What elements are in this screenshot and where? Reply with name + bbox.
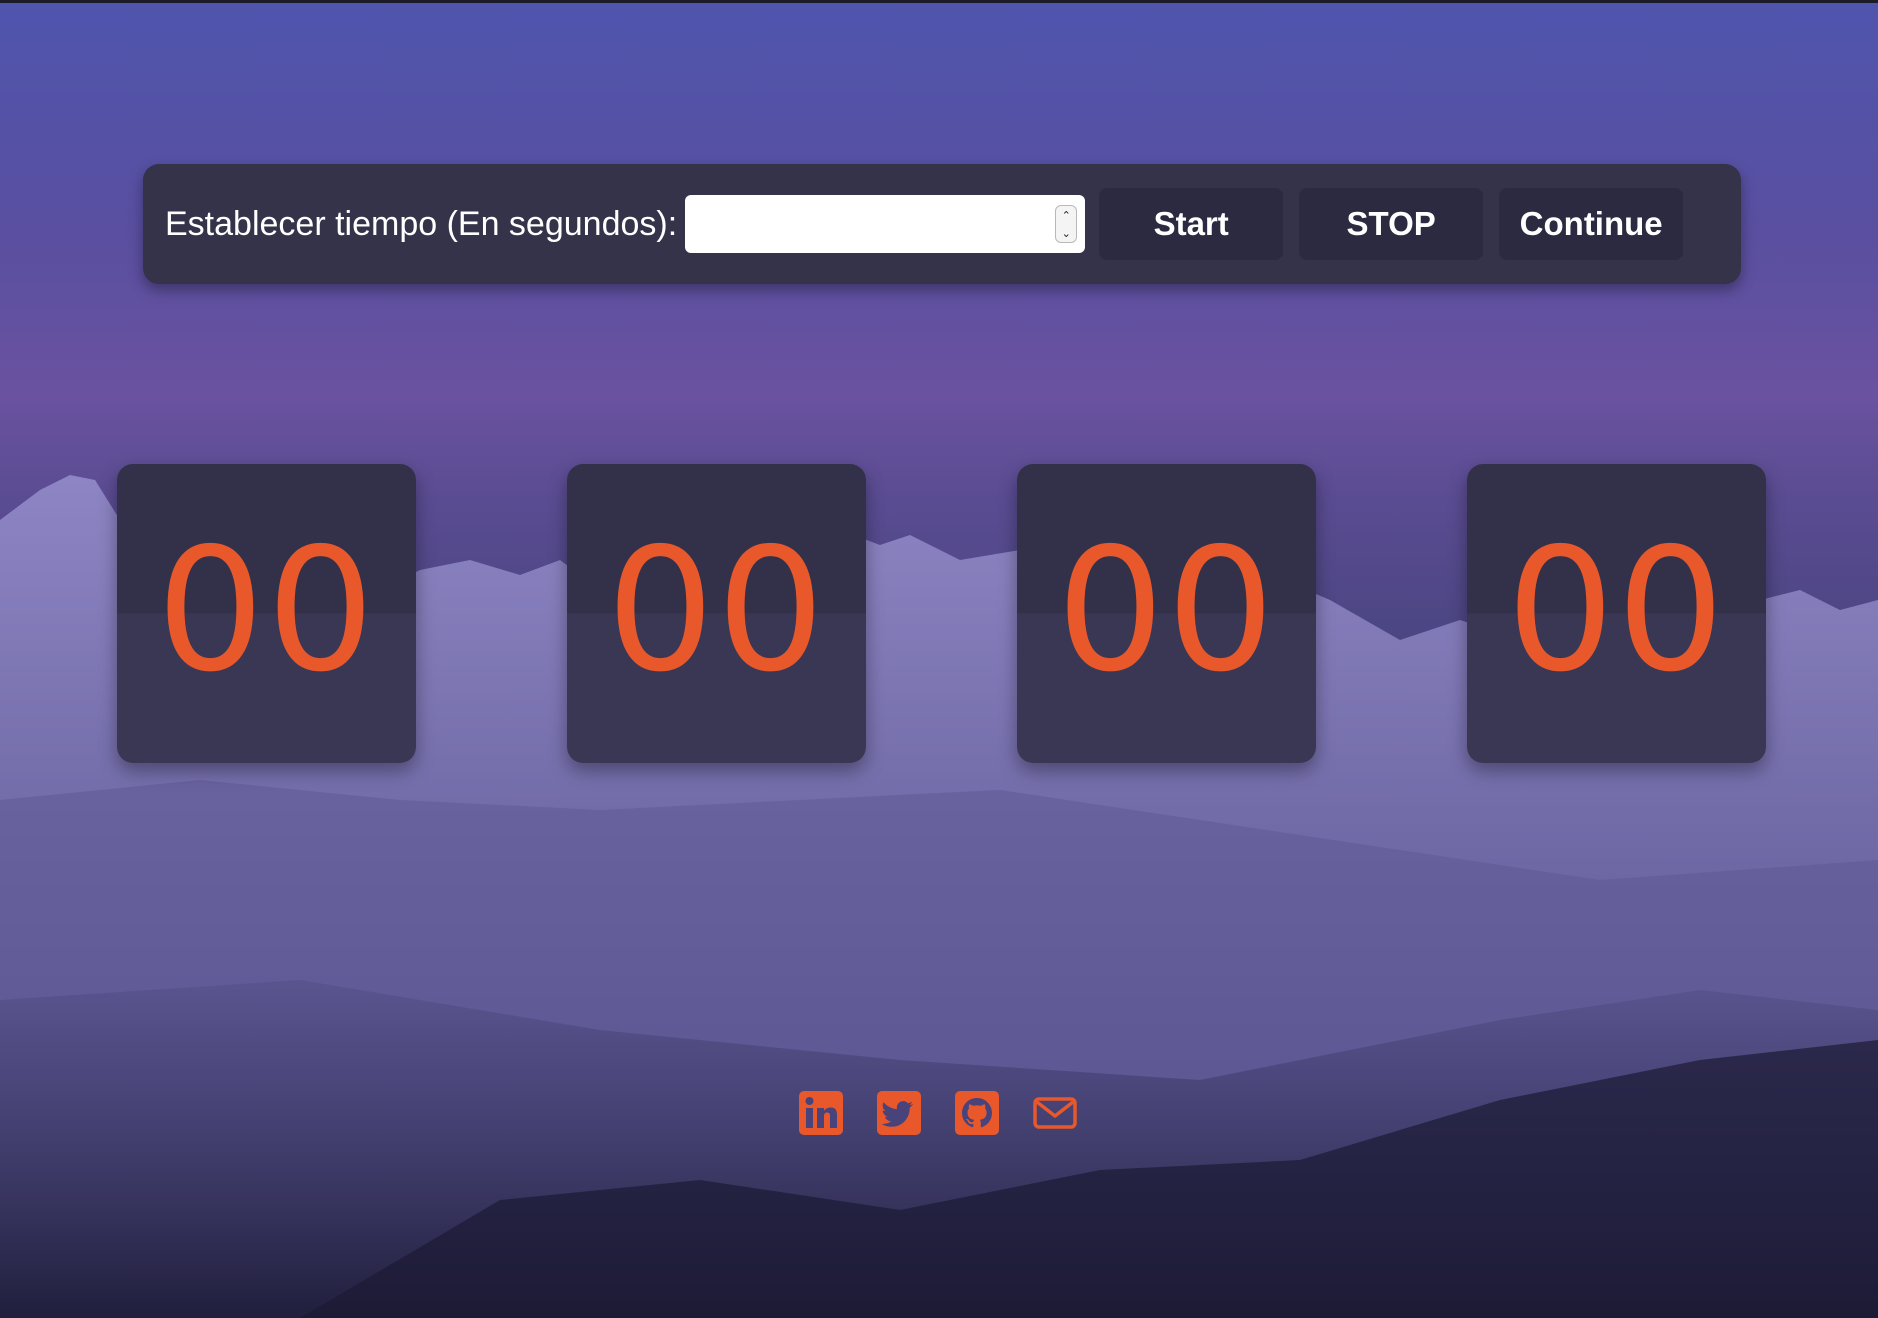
seconds-input[interactable] [685,195,1086,253]
window-top-border [0,0,1878,3]
social-links [798,1090,1078,1136]
stop-button[interactable]: STOP [1299,188,1484,260]
countdown-card-hours: 00 [567,464,866,763]
continue-button[interactable]: Continue [1499,188,1684,260]
countdown-value: 00 [1506,511,1727,710]
countdown-value: 00 [1056,511,1277,710]
time-input-wrapper: ⌃ ⌄ [685,195,1086,253]
countdown-card-seconds: 00 [1467,464,1766,763]
stepper-down-icon[interactable]: ⌄ [1062,228,1071,239]
timer-control-panel: Establecer tiempo (En segundos): ⌃ ⌄ Sta… [143,164,1741,284]
time-input-label: Establecer tiempo (En segundos): [165,204,678,243]
countdown-card-minutes: 00 [1017,464,1316,763]
stepper-up-icon[interactable]: ⌃ [1062,210,1071,221]
twitter-icon[interactable] [876,1090,922,1136]
countdown-value: 00 [156,511,377,710]
github-icon[interactable] [954,1090,1000,1136]
countdown-card-days: 00 [117,464,416,763]
countdown-value: 00 [606,511,827,710]
linkedin-icon[interactable] [798,1090,844,1136]
number-stepper[interactable]: ⌃ ⌄ [1055,205,1078,243]
start-button[interactable]: Start [1099,188,1284,260]
email-icon[interactable] [1032,1090,1078,1136]
